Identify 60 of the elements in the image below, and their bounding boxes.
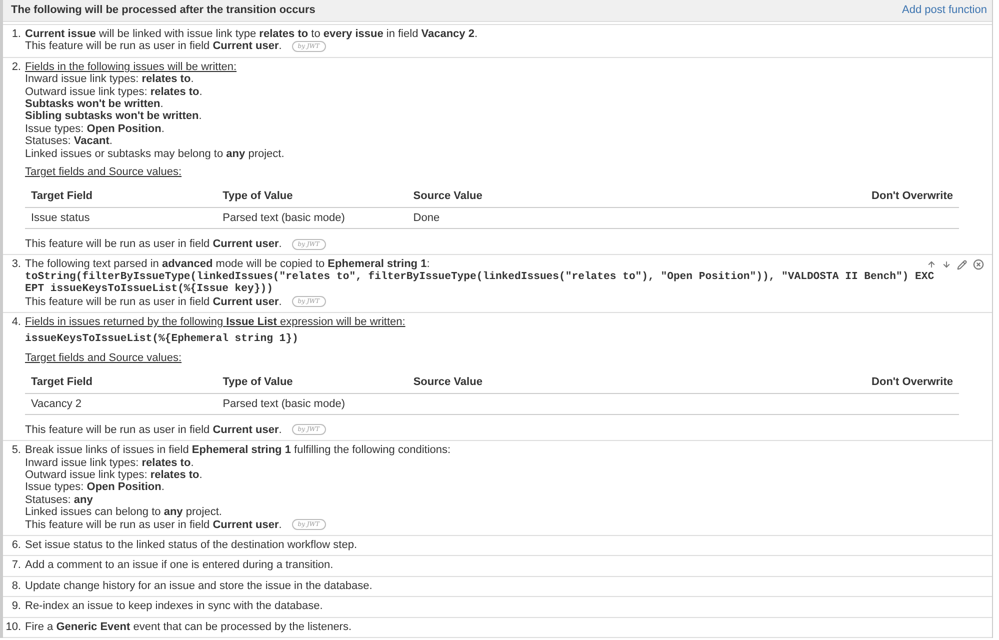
panel-title: The following will be processed after the transition occurs: [11, 4, 316, 17]
column-header: Don't Overwrite: [866, 185, 959, 208]
table-cell: Parsed text (basic mode): [222, 398, 345, 410]
description-text: Statuses: Vacant.: [25, 135, 112, 148]
description-text: Issue types: Open Position.: [25, 481, 164, 494]
column-header: Source Value: [407, 185, 866, 208]
delete-icon[interactable]: [973, 259, 984, 270]
description-text: Linked issues or subtasks may belong to any project.: [25, 148, 284, 160]
description-text: The following text parsed in advanced mode will be copied to Ephemeral string 1:: [25, 258, 430, 271]
edit-icon[interactable]: [957, 260, 967, 270]
move-up-icon[interactable]: [927, 260, 936, 270]
run-as-text: This feature will be run as user in field Current user.: [25, 238, 282, 250]
description-text: Inward issue link types: relates to.: [25, 73, 194, 86]
item-number: 6.: [10, 538, 22, 552]
description-text: Break issue links of issues in field Ephemeral string 1 fulfilling the following conditions:: [25, 444, 451, 457]
description-text: Add a comment to an issue if one is entered during a transition.: [25, 559, 334, 572]
run-as-text: This feature will be run as user in field Current user.: [25, 40, 282, 53]
item-number: 7.: [10, 559, 22, 572]
section-heading: Fields in the following issues will be written:: [25, 60, 237, 73]
table-cell: Issue status: [31, 212, 90, 224]
run-as-text: This feature will be run as user in field Current user.: [25, 518, 282, 531]
table-cell: Done: [413, 212, 440, 224]
column-header: Type of Value: [216, 371, 408, 394]
item-number: 1.: [10, 28, 22, 42]
column-header: Type of Value: [216, 185, 408, 208]
column-header: Target Field: [25, 371, 217, 394]
description-text: Fire a Generic Event event that can be processed by the listeners.: [25, 620, 352, 633]
description-text: Linked issues can belong to any project.: [25, 506, 222, 519]
description-text: Outward issue link types: relates to.: [25, 468, 202, 482]
description-text: Issue types: Open Position.: [25, 122, 164, 136]
item-number: 9.: [10, 600, 22, 613]
item-number: 10.: [4, 620, 22, 633]
description-text: Inward issue link types: relates to.: [25, 456, 194, 469]
move-down-icon[interactable]: [942, 260, 951, 270]
description-text: Set issue status to the linked status of the destination workflow step.: [25, 538, 358, 552]
column-header: Don't Overwrite: [866, 371, 959, 394]
section-heading: Target fields and Source values:: [25, 352, 182, 364]
item-number: 8.: [10, 580, 22, 592]
item-number: 4.: [10, 316, 22, 330]
table-cell: Vacancy 2: [31, 398, 82, 410]
run-as-text: This feature will be run as user in field Current user.: [25, 424, 282, 436]
column-header: Target Field: [25, 185, 217, 208]
description-text: Current issue will be linked with issue link type relates to to every issue in field Vacancy 2.: [25, 28, 478, 40]
description-text: Re-index an issue to keep indexes in sync with the database.: [25, 600, 323, 613]
section-heading: Fields in issues returned by the following Issue List expression will be written:: [25, 316, 406, 328]
run-as-text: This feature will be run as user in field Current user.: [25, 296, 282, 308]
description-text: Statuses: any: [25, 494, 93, 506]
column-header: Source Value: [407, 371, 866, 394]
description-text: Outward issue link types: relates to.: [25, 86, 202, 98]
table-cell: Parsed text (basic mode): [222, 212, 345, 224]
item-number: 5.: [10, 444, 22, 458]
add-post-function-link[interactable]: Add post function: [902, 4, 987, 17]
description-text: Update change history for an issue and store the issue in the database.: [25, 580, 372, 592]
item-number: 2.: [10, 60, 22, 75]
code-expression: toString(filterByIssueType(linkedIssues("relates to", filterByIssueType(linkedIssues("relates to"), "Open Position")), "VALDOSTA II Bench") EXCEPT issueKeysToIssueList(%{Issue key})): [25, 270, 936, 296]
section-heading: Target fields and Source values:: [25, 166, 182, 178]
description-text: Sibling subtasks won't be written.: [25, 110, 202, 123]
item-number: 3.: [10, 258, 22, 272]
description-text: Subtasks won't be written.: [25, 98, 164, 110]
code-expression: issueKeysToIssueList(%{Ephemeral string 1}): [25, 333, 300, 346]
